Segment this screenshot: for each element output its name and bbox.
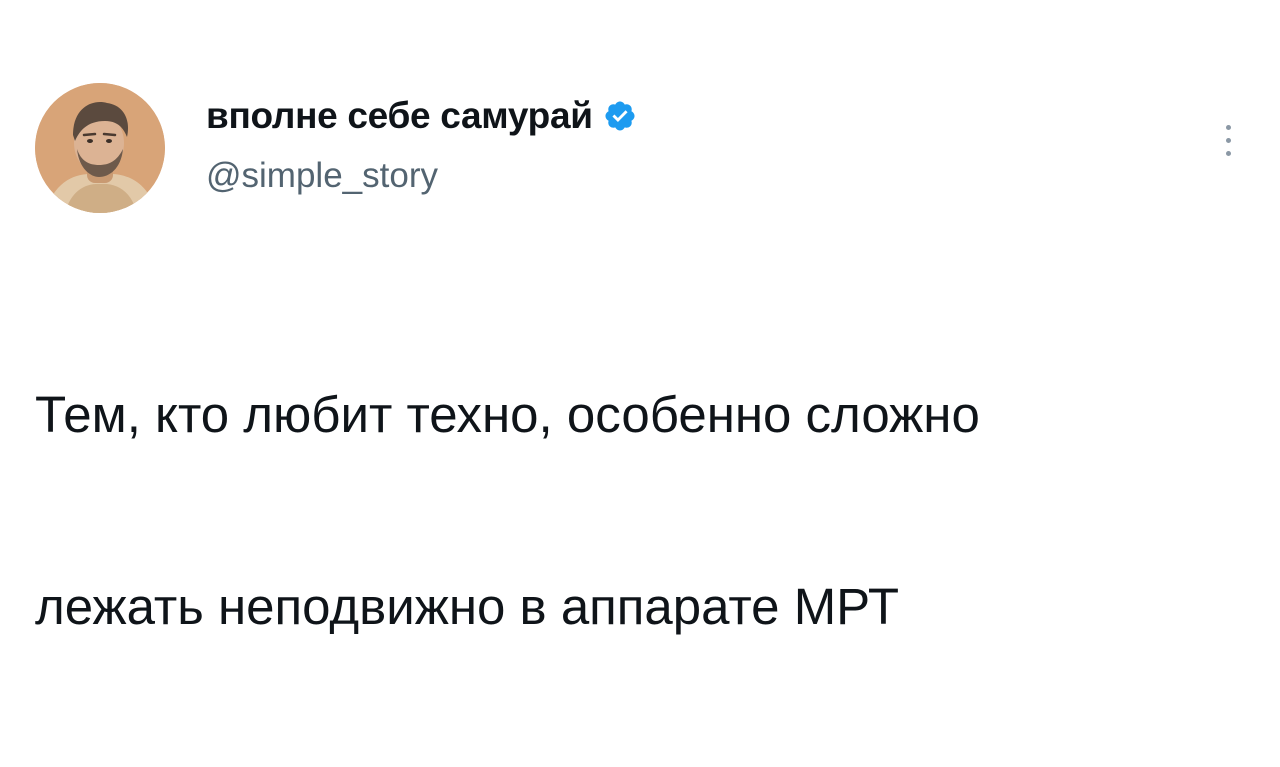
author-display-name[interactable]: вполне себе самурай	[206, 95, 593, 137]
more-options-dot	[1225, 150, 1231, 156]
tweet-card: вполне себе самурай @simple_story Тем, к…	[0, 0, 1280, 635]
more-options-icon[interactable]	[1208, 112, 1248, 168]
author-name-row: вполне себе самурай	[206, 90, 637, 142]
verified-badge-icon	[603, 99, 637, 133]
tweet-text: Тем, кто любит техно, особенно сложно ле…	[35, 255, 1255, 767]
avatar-photo-icon	[35, 83, 165, 213]
avatar[interactable]	[35, 83, 165, 213]
tweet-text-line: Тем, кто любит техно, особенно сложно	[35, 386, 980, 443]
tweet-text-line: лежать неподвижно в аппарате МРТ	[35, 578, 900, 635]
author-handle[interactable]: @simple_story	[206, 156, 438, 196]
more-options-dot	[1225, 124, 1231, 130]
more-options-dot	[1225, 137, 1231, 143]
